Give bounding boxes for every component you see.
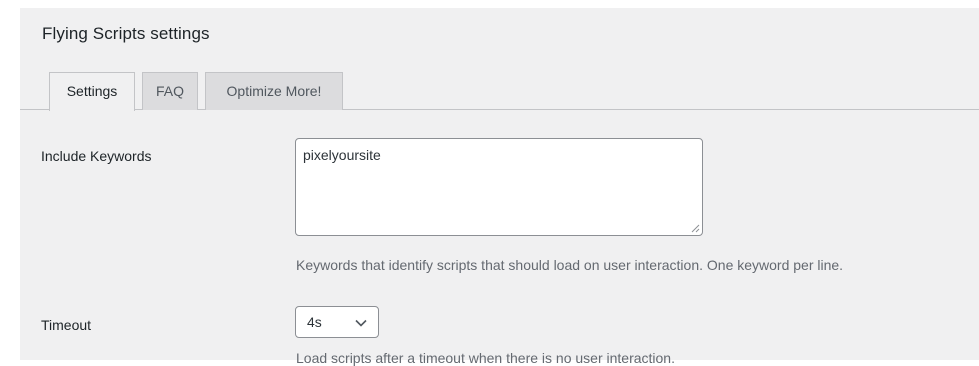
timeout-select[interactable]: 4s [295,306,379,338]
chevron-down-icon [355,319,367,327]
tab-settings[interactable]: Settings [49,72,135,111]
include-keywords-textarea[interactable] [295,138,703,236]
tab-faq[interactable]: FAQ [142,72,198,110]
include-keywords-description: Keywords that identify scripts that shou… [296,257,844,273]
timeout-select-value: 4s [307,314,322,330]
tab-bar: Settings FAQ Optimize More! [20,70,979,111]
settings-page: Flying Scripts settings Settings FAQ Opt… [20,8,979,366]
include-keywords-label: Include Keywords [41,148,152,164]
page-title: Flying Scripts settings [42,24,210,43]
timeout-description: Load scripts after a timeout when there … [296,350,675,366]
timeout-label: Timeout [41,317,92,333]
admin-left-edge [0,0,20,360]
tab-optimize-more[interactable]: Optimize More! [205,72,343,110]
